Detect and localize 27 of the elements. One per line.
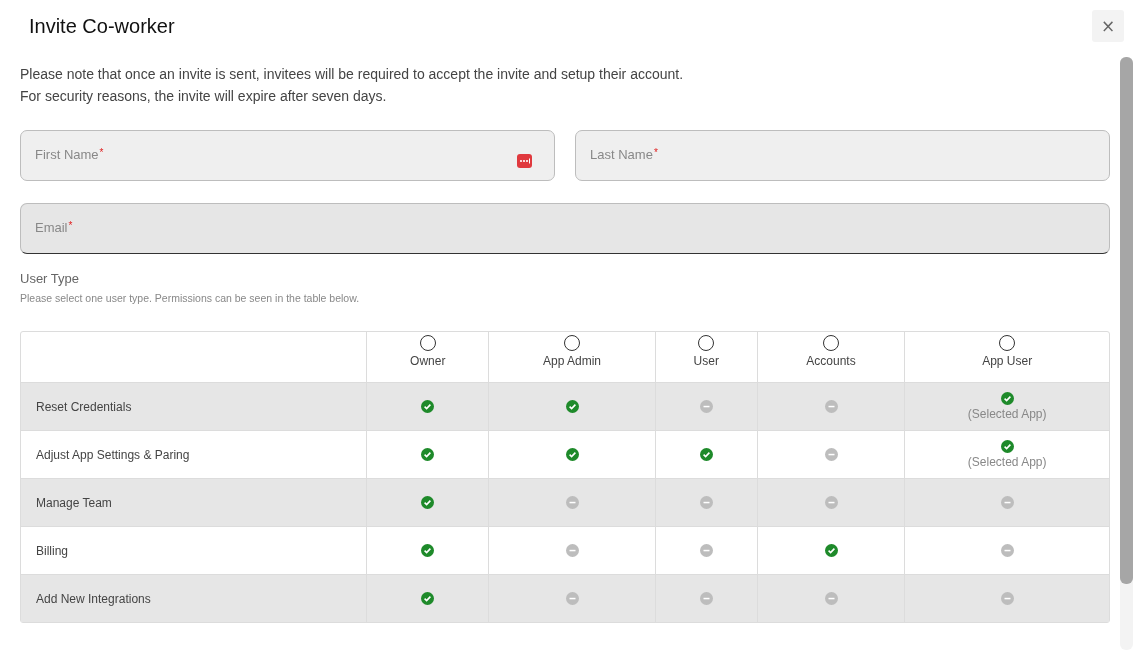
dialog-title: Invite Co-worker xyxy=(29,14,175,38)
radio-button[interactable] xyxy=(823,335,839,351)
radio-button[interactable] xyxy=(698,335,715,351)
column-header: App Admin xyxy=(542,354,601,368)
info-text: Please note that once an invite is sent, invitees will be required to accept the invite and setup their account. xyxy=(20,65,685,84)
row-label: Billing xyxy=(36,543,68,558)
column-header: User xyxy=(693,354,719,368)
autofill-icon[interactable] xyxy=(517,154,532,168)
cell-note: (Selected App) xyxy=(967,455,1047,469)
name-field[interactable]: Last Name* xyxy=(575,130,1110,181)
close-button[interactable]: × xyxy=(1092,10,1124,42)
row-label: Reset Credentials xyxy=(36,399,132,414)
radio-button[interactable] xyxy=(564,335,580,351)
radio-button[interactable] xyxy=(419,335,436,351)
email-field[interactable]: Email* xyxy=(20,203,1110,254)
row-label: Add New Integrations xyxy=(36,591,151,606)
row-label: Manage Team xyxy=(36,495,112,510)
cell-note: (Selected App) xyxy=(967,407,1047,421)
column-header: App User xyxy=(982,354,1033,368)
hint-text: Please select one user type. Permissions can be seen in the table below. xyxy=(20,292,361,304)
row-label: Adjust App Settings & Paring xyxy=(36,447,190,462)
column-header: Owner xyxy=(410,354,446,368)
name-field[interactable]: First Name* xyxy=(20,130,555,181)
radio-button[interactable] xyxy=(999,335,1016,351)
column-header: Accounts xyxy=(806,354,856,368)
info-text: For security reasons, the invite will expire after seven days. xyxy=(20,87,388,106)
section-label: User Type xyxy=(20,271,80,286)
